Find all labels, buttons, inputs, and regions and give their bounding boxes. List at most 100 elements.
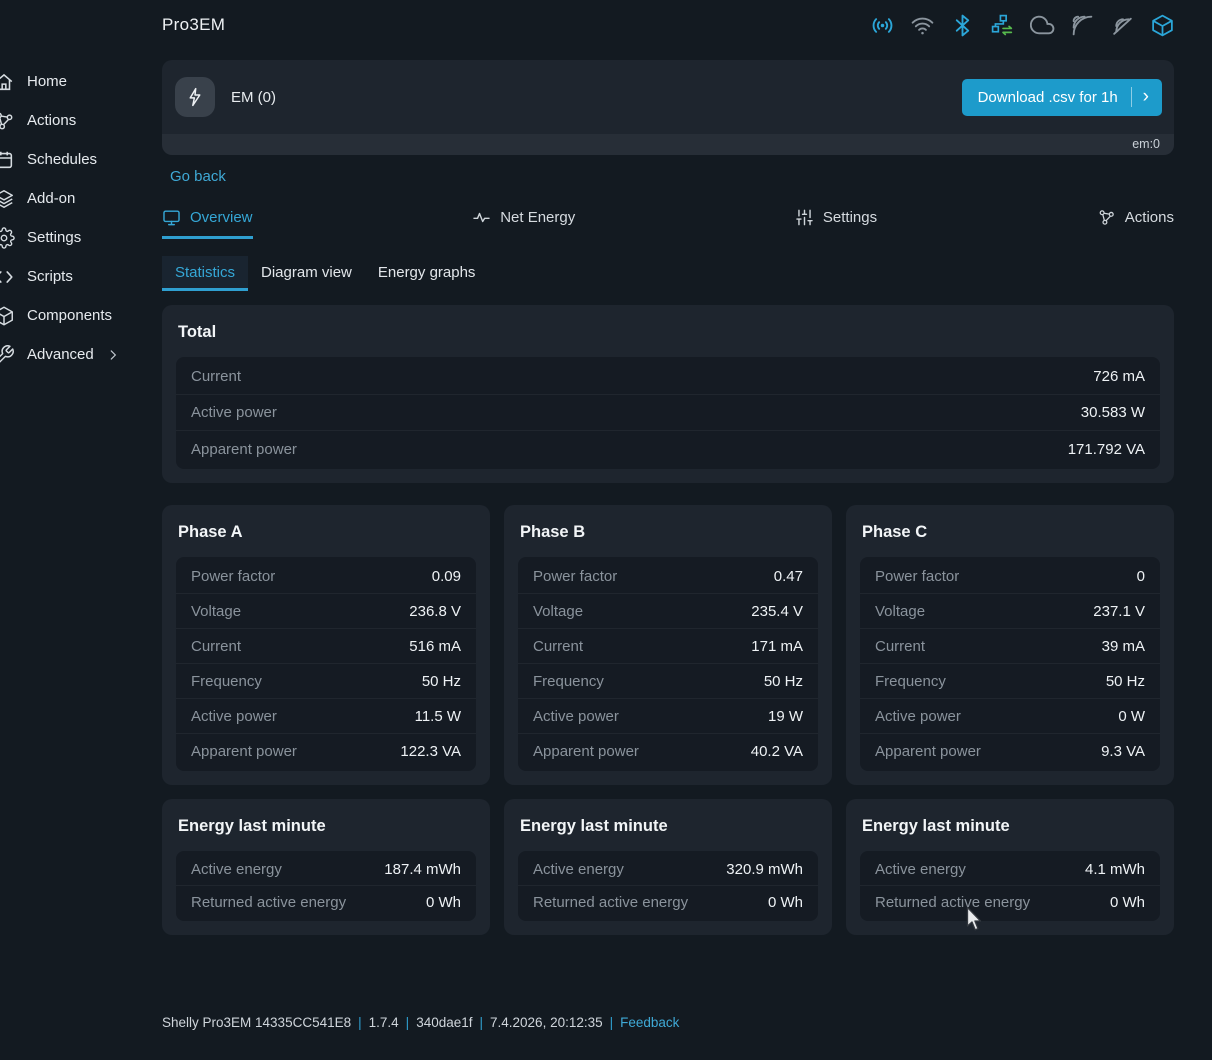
device-id-text: Shelly Pro3EM 14335CC541E8: [162, 1015, 351, 1030]
stat-label: Apparent power: [191, 743, 297, 760]
device-label: EM (0): [231, 89, 276, 106]
tab-net-energy[interactable]: Net Energy: [472, 208, 575, 239]
tab-settings[interactable]: Settings: [795, 208, 877, 239]
table-row: Voltage237.1 V: [860, 594, 1160, 629]
stat-value: 0 Wh: [1110, 894, 1145, 911]
stat-label: Voltage: [533, 603, 583, 620]
sidebar-item-components[interactable]: Components: [0, 296, 162, 335]
stat-value: 30.583 W: [1081, 404, 1145, 421]
card-title: Total: [176, 319, 1160, 342]
go-back-link[interactable]: Go back: [170, 168, 226, 185]
stat-value: 0: [1137, 568, 1145, 585]
pulse-icon: [472, 208, 491, 227]
sidebar-item-label: Components: [27, 307, 112, 324]
bluetooth-icon[interactable]: [950, 13, 975, 38]
sidebar-item-home[interactable]: Home: [0, 62, 162, 101]
stat-value: 235.4 V: [751, 603, 803, 620]
stat-label: Active energy: [533, 861, 624, 878]
device-meta-strip: em:0: [162, 134, 1174, 155]
table-row: Active energy187.4 mWh: [176, 853, 476, 886]
phase-cards: Phase A Power factor0.09 Voltage236.8 V …: [162, 505, 1174, 785]
tab-label: Actions: [1125, 209, 1174, 226]
stat-label: Frequency: [533, 673, 604, 690]
stat-value: 50 Hz: [1106, 673, 1145, 690]
layers-icon: [0, 188, 15, 210]
stat-value: 516 mA: [409, 638, 461, 655]
mqtt-icon[interactable]: [1110, 13, 1135, 38]
calendar-icon: [0, 149, 15, 171]
gear-icon: [0, 227, 15, 249]
table-row: Frequency 50 Hz: [860, 664, 1160, 699]
tab-label: Overview: [190, 209, 253, 226]
stat-label: Voltage: [875, 603, 925, 620]
stat-value: 4.1 mWh: [1085, 861, 1145, 878]
device-bar: EM (0) Download .csv for 1h ›: [162, 60, 1174, 134]
stat-value: 0 W: [1118, 708, 1145, 725]
sidebar-item-actions[interactable]: Actions: [0, 101, 162, 140]
home-icon: [0, 71, 15, 93]
stat-table: Power factor0.09 Voltage236.8 V Current5…: [176, 557, 476, 771]
sidebar-item-schedules[interactable]: Schedules: [0, 140, 162, 179]
stat-label: Apparent power: [191, 441, 297, 458]
table-row: Frequency 50 Hz: [518, 664, 818, 699]
stat-value: 171.792 VA: [1068, 441, 1145, 458]
device-datetime: 7.4.2026, 20:12:35: [490, 1015, 603, 1030]
tab-actions[interactable]: Actions: [1097, 208, 1174, 239]
wifi-icon[interactable]: [910, 13, 935, 38]
sidebar-item-settings[interactable]: Settings: [0, 218, 162, 257]
download-csv-label: Download .csv for 1h: [978, 89, 1118, 106]
table-row: Returned active energy0 Wh: [518, 886, 818, 919]
chevron-right-icon: ›: [1143, 87, 1149, 108]
stat-value: 19 W: [768, 708, 803, 725]
lightning-icon: [175, 77, 215, 117]
feedback-link[interactable]: Feedback: [620, 1015, 679, 1030]
subtab-diagram-view[interactable]: Diagram view: [248, 256, 365, 291]
table-row: Current 726 mA: [176, 359, 1160, 395]
sidebar-item-addon[interactable]: Add-on: [0, 179, 162, 218]
sidebar: Home Actions Schedules Add-on Settings S…: [0, 0, 162, 1060]
signal-icon[interactable]: [1070, 13, 1095, 38]
device-meta: em:0: [1132, 137, 1160, 151]
stat-label: Current: [533, 638, 583, 655]
stat-label: Current: [191, 368, 241, 385]
stat-table: Active energy4.1 mWh Returned active ene…: [860, 851, 1160, 921]
table-row: Active power19 W: [518, 699, 818, 734]
footer-separator: |: [480, 1015, 484, 1030]
table-row: Current171 mA: [518, 629, 818, 664]
chevron-right-icon: [106, 348, 120, 362]
download-csv-button[interactable]: Download .csv for 1h ›: [962, 79, 1162, 116]
stat-value: 0 Wh: [768, 894, 803, 911]
package-icon[interactable]: [1150, 13, 1175, 38]
table-row: Apparent power40.2 VA: [518, 734, 818, 769]
card-title: Energy last minute: [860, 813, 1160, 836]
footer-separator: |: [406, 1015, 410, 1030]
stat-value: 50 Hz: [764, 673, 803, 690]
sidebar-item-scripts[interactable]: Scripts: [0, 257, 162, 296]
stat-value: 0 Wh: [426, 894, 461, 911]
stat-label: Power factor: [875, 568, 959, 585]
tab-overview[interactable]: Overview: [162, 208, 253, 239]
subtab-statistics[interactable]: Statistics: [162, 256, 248, 291]
table-row: Apparent power122.3 VA: [176, 734, 476, 769]
card-title: Phase B: [518, 519, 818, 542]
sidebar-item-advanced[interactable]: Advanced: [0, 335, 162, 374]
rf-icon[interactable]: [870, 13, 895, 38]
cloud-icon[interactable]: [1030, 13, 1055, 38]
footer: Shelly Pro3EM 14335CC541E8 | 1.7.4 | 340…: [162, 1015, 679, 1030]
ethernet-icon[interactable]: [990, 13, 1015, 38]
stat-label: Returned active energy: [191, 894, 346, 911]
sidebar-item-label: Advanced: [27, 346, 94, 363]
sidebar-item-label: Scripts: [27, 268, 73, 285]
cube-icon: [0, 305, 15, 327]
subtab-energy-graphs[interactable]: Energy graphs: [365, 256, 489, 291]
footer-separator: |: [610, 1015, 614, 1030]
table-row: Power factor0.09: [176, 559, 476, 594]
sidebar-item-label: Settings: [27, 229, 81, 246]
stat-value: 39 mA: [1102, 638, 1145, 655]
stat-label: Frequency: [875, 673, 946, 690]
table-row: Apparent power9.3 VA: [860, 734, 1160, 769]
stat-value: 187.4 mWh: [384, 861, 461, 878]
table-row: Active power 30.583 W: [176, 395, 1160, 431]
stat-value: 40.2 VA: [751, 743, 803, 760]
stat-label: Returned active energy: [875, 894, 1030, 911]
